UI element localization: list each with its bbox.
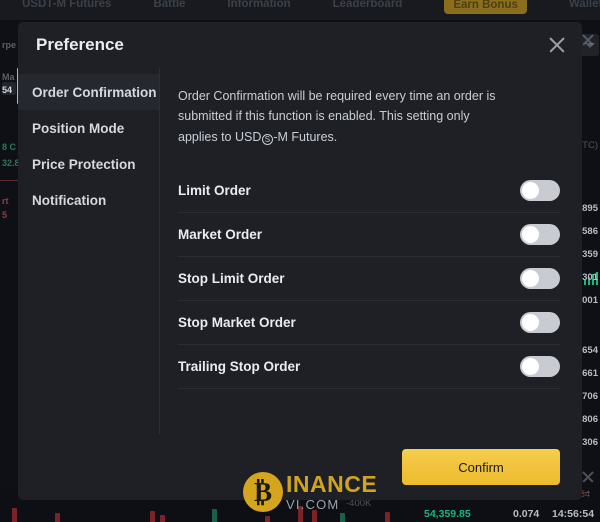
- background-volume-bar-4: [212, 509, 217, 522]
- background-left-value-2: 54: [2, 85, 13, 95]
- dialog-footer: Confirm: [18, 434, 582, 500]
- background-right-value-7: 661: [582, 368, 598, 379]
- background-right-value-8: 706: [582, 391, 598, 402]
- background-bottom-value-0: 54,359.85: [424, 508, 471, 520]
- toggle-knob: [522, 225, 539, 243]
- table-row: Trailing Stop Order: [178, 345, 560, 389]
- background-close-icon-secondary[interactable]: [581, 470, 595, 484]
- confirm-button[interactable]: Confirm: [402, 449, 560, 485]
- close-icon[interactable]: [547, 35, 567, 55]
- toggle-stop-market-order[interactable]: [520, 311, 560, 333]
- order-type-label: Stop Market Order: [178, 314, 296, 330]
- background-nav-item-5[interactable]: Wallet: [569, 0, 600, 10]
- description-text: Order Confirmation will be required ever…: [178, 86, 508, 147]
- background-volume-bar-7: [312, 510, 317, 522]
- background-nav-item-0[interactable]: USDT-M Futures: [22, 0, 111, 10]
- usds-symbol-icon: S: [261, 133, 273, 145]
- sidebar-item-label: Notification: [32, 192, 107, 208]
- background-volume-bar-0: [12, 508, 17, 522]
- dialog-sidebar: Order Confirmation Position Mode Price Pro…: [18, 68, 160, 434]
- toggle-stop-limit-order[interactable]: [520, 267, 560, 289]
- background-left-value-6: 5: [2, 210, 8, 220]
- background-close-icon[interactable]: [581, 33, 595, 47]
- toggle-knob: [522, 357, 539, 375]
- background-volume-bar-9: [385, 512, 390, 522]
- background-right-value-4: 301: [582, 272, 598, 283]
- background-left-value-1: Ma: [2, 72, 15, 82]
- background-bottom-value-2: 14:56:54: [552, 508, 595, 520]
- sidebar-item-label: Price Protection: [32, 156, 136, 172]
- background-right-value-3: 359: [582, 249, 598, 260]
- dialog-body: Order Confirmation Position Mode Price Pro…: [18, 68, 582, 434]
- table-row: Limit Order: [178, 169, 560, 213]
- preference-dialog: Preference Order Confirmation Position Mo…: [18, 22, 582, 500]
- background-left-value-4: 32.8: [2, 158, 20, 168]
- background-right-value-1: 895: [582, 203, 598, 214]
- table-row: Stop Limit Order: [178, 257, 560, 301]
- dialog-header: Preference: [18, 22, 582, 68]
- background-volume-bar-3: [160, 515, 165, 522]
- background-nav-item-3[interactable]: Leaderboard: [333, 0, 403, 10]
- sidebar-item-notification[interactable]: Notification: [18, 182, 159, 218]
- background-right-value-6: 654: [582, 345, 598, 356]
- sidebar-item-order-confirmation[interactable]: Order Confirmation: [18, 74, 159, 110]
- order-type-label: Stop Limit Order: [178, 270, 285, 286]
- background-volume-bar-1: [55, 513, 60, 522]
- description-part-2: -M Futures.: [273, 129, 338, 144]
- toggle-knob: [522, 313, 539, 331]
- order-type-label: Limit Order: [178, 182, 251, 198]
- background-right-value-5: 001: [582, 295, 598, 306]
- order-type-list: Limit Order Market Order Stop Limit Order S…: [178, 169, 560, 389]
- table-row: Market Order: [178, 213, 560, 257]
- background-top-navigation: USDT-M Futures Battle Information Leaderboa…: [0, 0, 600, 20]
- sidebar-item-position-mode[interactable]: Position Mode: [18, 110, 159, 146]
- background-nav-item-2[interactable]: Information: [227, 0, 290, 10]
- page-title: Preference: [36, 35, 124, 54]
- background-volume-bar-5: [265, 516, 270, 522]
- toggle-knob: [522, 181, 539, 199]
- background-right-value-10: 306: [582, 437, 598, 448]
- background-volume-bar-8: [340, 513, 345, 522]
- app-root: USDT-M Futures Battle Information Leaderboa…: [0, 0, 600, 522]
- background-left-value-5: rt: [2, 196, 9, 206]
- background-nav-item-1[interactable]: Battle: [153, 0, 185, 10]
- toggle-limit-order[interactable]: [520, 179, 560, 201]
- table-row: Stop Market Order: [178, 301, 560, 345]
- order-type-label: Trailing Stop Order: [178, 358, 301, 374]
- toggle-knob: [522, 269, 539, 287]
- background-right-value-2: 586: [582, 226, 598, 237]
- toggle-market-order[interactable]: [520, 223, 560, 245]
- background-left-value-0: rpe: [2, 40, 17, 50]
- background-volume-bar-2: [150, 511, 155, 522]
- sidebar-item-price-protection[interactable]: Price Protection: [18, 146, 159, 182]
- background-nav-item-4[interactable]: Earn Bonus: [444, 0, 527, 14]
- sidebar-item-label: Order Confirmation: [32, 84, 157, 100]
- dialog-content: Order Confirmation will be required ever…: [160, 68, 582, 434]
- background-left-value-3: 8 C: [2, 142, 17, 152]
- toggle-trailing-stop-order[interactable]: [520, 355, 560, 377]
- background-bottom-value-1: 0.074: [513, 508, 540, 520]
- background-right-value-9: 806: [582, 414, 598, 425]
- sidebar-item-label: Position Mode: [32, 120, 125, 136]
- background-volume-bar-6: [298, 506, 303, 522]
- order-type-label: Market Order: [178, 226, 263, 242]
